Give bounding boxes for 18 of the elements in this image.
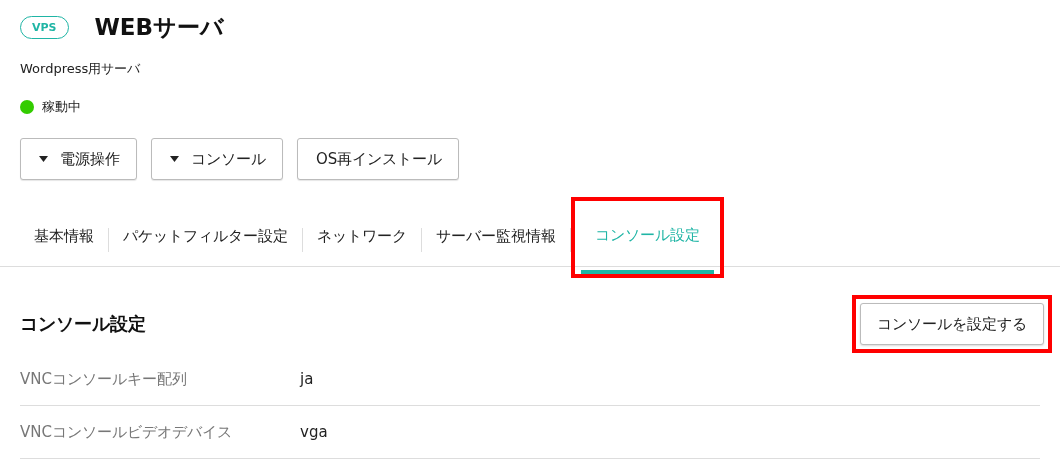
- field-label: VNCコンソールキー配列: [20, 369, 188, 389]
- tab[interactable]: パケットフィルター設定: [109, 210, 302, 266]
- tab[interactable]: 基本情報: [20, 210, 108, 266]
- caret-icon: [170, 156, 179, 162]
- page-title: WEBサーバ: [94, 12, 225, 42]
- field-value: vga: [300, 423, 328, 441]
- section-title: コンソール設定: [20, 312, 146, 336]
- action-button[interactable]: 電源操作: [20, 138, 137, 180]
- caret-icon: [39, 156, 48, 162]
- field-value: ja: [300, 370, 314, 388]
- status-label: 稼動中: [42, 98, 81, 116]
- description: Wordpress用サーバ: [20, 60, 141, 78]
- tab[interactable]: サーバー監視情報: [422, 210, 570, 266]
- field-label: VNCコンソールビデオデバイス: [20, 422, 233, 442]
- tab[interactable]: ネットワーク: [303, 210, 421, 266]
- configure-console-button[interactable]: コンソールを設定する: [860, 303, 1044, 345]
- action-button[interactable]: コンソール: [151, 138, 283, 180]
- action-button[interactable]: OS再インストール: [297, 138, 460, 180]
